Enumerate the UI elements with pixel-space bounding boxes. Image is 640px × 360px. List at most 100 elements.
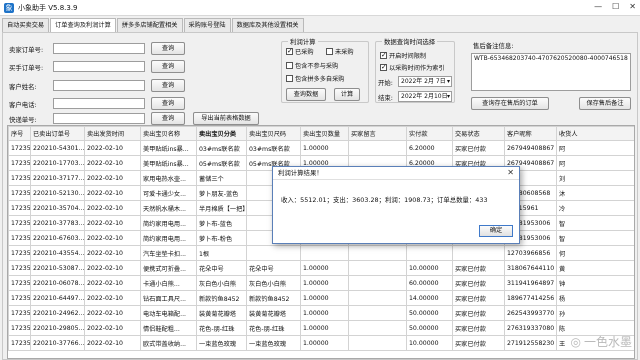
app-logo-icon: 象 bbox=[4, 2, 14, 13]
table-cell bbox=[452, 245, 505, 261]
export-table-button[interactable]: 导出当前表格数据 bbox=[193, 112, 259, 125]
customer-phone-query-button[interactable]: 查询 bbox=[151, 97, 185, 110]
column-header[interactable]: 卖出宝贝数量 bbox=[300, 126, 349, 141]
start-date-value: 2022年 2月 7日 bbox=[401, 78, 446, 85]
column-header[interactable]: 买家留言 bbox=[348, 126, 407, 141]
table-row[interactable]: 17235 220210-37766... 2022-02-10 欧式带盖收纳... 一… bbox=[8, 335, 634, 351]
table-cell: 汽车坐垫卡扣... bbox=[140, 245, 197, 261]
table-cell: 2022-02-10 bbox=[84, 290, 141, 306]
column-header[interactable]: 收货人 bbox=[556, 126, 634, 141]
table-cell: 买家已付款 bbox=[452, 335, 505, 351]
close-icon[interactable]: ✕ bbox=[629, 2, 636, 11]
table-cell bbox=[348, 245, 407, 261]
table-cell bbox=[348, 335, 407, 351]
table-cell: 220210-67603... bbox=[30, 230, 85, 246]
profit-calc-group: 利润计算 已采购 未采购 包含不参与采购 包含拼多多自采购 查询数据 计算 bbox=[281, 37, 369, 103]
close-icon[interactable]: ✕ bbox=[507, 168, 514, 177]
end-date-picker[interactable]: 2022年 2月10日 ▾ bbox=[398, 91, 452, 102]
table-row[interactable]: 17235 220210-54301... 2022-02-10 美甲贴纸ins暴..… bbox=[8, 140, 634, 156]
table-cell: 智 bbox=[556, 215, 634, 231]
customer-name-input[interactable] bbox=[53, 80, 145, 91]
tab-pdd-store-config[interactable]: 拼多多店铺配置相关 bbox=[116, 18, 183, 32]
table-cell: 装黄菊花瓣塔 bbox=[246, 305, 301, 321]
seller-order-input[interactable] bbox=[53, 43, 145, 54]
column-header[interactable]: 已卖出订单号 bbox=[30, 126, 85, 141]
save-after-sale-button[interactable]: 保存售后备注 bbox=[579, 97, 631, 110]
column-header[interactable]: 客户昵称 bbox=[504, 126, 557, 141]
column-header[interactable]: 卖出宝贝名称 bbox=[140, 126, 197, 141]
table-cell bbox=[348, 305, 407, 321]
include-non-purchase-checkbox[interactable]: 包含不参与采购 bbox=[286, 61, 338, 70]
start-date-picker[interactable]: 2022年 2月 7日 ▾ bbox=[398, 76, 452, 87]
tab-order-query[interactable]: 订单查询及利润计算 bbox=[50, 18, 116, 33]
tab-purchase-login[interactable]: 采购账号登陆 bbox=[183, 18, 231, 32]
table-row[interactable]: 17235 220210-53087... 2022-02-10 便携式可折叠... 花… bbox=[8, 260, 634, 276]
end-date-value: 2022年 2月10日 bbox=[401, 93, 448, 100]
purchased-checkbox[interactable]: 已采购 bbox=[286, 47, 314, 56]
column-header[interactable]: 卖出宝贝分类 bbox=[196, 126, 247, 141]
table-cell: 1.00000 bbox=[300, 335, 349, 351]
tab-database-settings[interactable]: 数据库及其他设置相关 bbox=[231, 18, 304, 32]
table-cell: 新款钓鱼8452 bbox=[196, 290, 247, 306]
column-header[interactable]: 卖出宝贝尺码 bbox=[246, 126, 301, 141]
seller-order-query-button[interactable]: 查询 bbox=[151, 42, 185, 55]
table-cell: 2022-02-10 bbox=[84, 230, 141, 246]
minimize-icon[interactable]: — bbox=[594, 2, 602, 11]
include-pdd-partial-checkbox[interactable]: 包含拼多多自采购 bbox=[286, 74, 345, 83]
table-cell bbox=[406, 245, 453, 261]
table-cell: 1.00000 bbox=[300, 275, 349, 291]
table-row[interactable]: 17235 220210-06078... 2022-02-10 卡通小白熊... 灰白… bbox=[8, 275, 634, 291]
window-controls: — ☐ ✕ bbox=[594, 2, 636, 11]
table-cell: 孙 bbox=[556, 305, 634, 321]
table-cell: 2022-02-10 bbox=[84, 170, 141, 186]
customer-phone-input[interactable] bbox=[53, 98, 145, 109]
tab-auto-trade[interactable]: 自动买卖交易 bbox=[2, 18, 50, 32]
checkbox-checked-icon bbox=[286, 47, 293, 55]
main-tabs: 自动买卖交易 订单查询及利润计算 拼多多店铺配置相关 采购账号登陆 数据库及其他… bbox=[2, 18, 305, 33]
buyer-order-query-button[interactable]: 查询 bbox=[151, 60, 185, 73]
table-cell: 1.00000 bbox=[300, 305, 349, 321]
end-date-label: 结束: bbox=[378, 94, 393, 102]
table-cell: 买家已付款 bbox=[452, 290, 505, 306]
table-cell: 萝卜布-蓝色 bbox=[196, 215, 247, 231]
table-cell: 2022-02-10 bbox=[84, 320, 141, 336]
table-cell: 黄 bbox=[556, 260, 634, 276]
table-cell: 沐 bbox=[556, 185, 634, 201]
column-header[interactable]: 交易状态 bbox=[452, 126, 505, 141]
query-data-button[interactable]: 查询数据 bbox=[286, 88, 326, 101]
table-cell bbox=[348, 320, 407, 336]
table-cell: 6.20000 bbox=[406, 140, 453, 156]
table-cell: 萝卜朋友-蓝色 bbox=[196, 185, 247, 201]
table-cell: 杨 bbox=[556, 290, 634, 306]
table-cell: 萝卜布-粉色 bbox=[196, 230, 247, 246]
maximize-icon[interactable]: ☐ bbox=[612, 2, 619, 11]
column-header[interactable]: 序号 bbox=[8, 126, 31, 141]
table-cell: 220210-37177... bbox=[30, 170, 85, 186]
after-sale-textarea[interactable]: WTB-653468203740-4707620520080-400074651… bbox=[471, 53, 631, 91]
table-cell: 17235 bbox=[8, 275, 31, 291]
tracking-query-button[interactable]: 查询 bbox=[151, 112, 185, 125]
tracking-input[interactable] bbox=[53, 113, 145, 124]
customer-phone-label: 客户电话: bbox=[9, 101, 37, 109]
use-purchase-time-checkbox[interactable]: 以采购时间作为索引 bbox=[380, 63, 445, 72]
customer-name-label: 客户姓名: bbox=[9, 83, 37, 91]
dialog-message: 收入：5512.01；支出：3603.28；利润：1908.73；订单总数量：4… bbox=[281, 196, 488, 204]
column-header[interactable]: 卖出发货时间 bbox=[84, 126, 141, 141]
table-row[interactable]: 17235 220210-43554... 2022-02-10 汽车坐垫卡扣... 1… bbox=[8, 245, 634, 261]
enable-time-limit-checkbox[interactable]: 开启时间限制 bbox=[380, 51, 426, 60]
table-row[interactable]: 17235 220210-64497... 2022-02-10 钻石面工具尺... 新… bbox=[8, 290, 634, 306]
table-cell bbox=[348, 290, 407, 306]
table-cell: 买家已付款 bbox=[452, 140, 505, 156]
table-row[interactable]: 17235 220210-29805... 2022-02-10 情侣鞋配粗... 花色… bbox=[8, 320, 634, 336]
buyer-order-input[interactable] bbox=[53, 61, 145, 72]
ok-button[interactable]: 确定 bbox=[479, 225, 513, 237]
not-purchased-checkbox[interactable]: 未采购 bbox=[326, 47, 354, 56]
customer-name-query-button[interactable]: 查询 bbox=[151, 79, 185, 92]
query-after-sale-button[interactable]: 查询存在售后的订单 bbox=[471, 97, 549, 110]
table-row[interactable]: 17235 220210-24962... 2022-02-10 电动车电箱配... 装… bbox=[8, 305, 634, 321]
calculate-button[interactable]: 计算 bbox=[334, 88, 360, 101]
checkbox-checked-icon bbox=[380, 51, 387, 59]
table-cell: 装黄菊花瓣塔 bbox=[196, 305, 247, 321]
column-header[interactable]: 实付款 bbox=[406, 126, 453, 141]
table-cell: 220210-06078... bbox=[30, 275, 85, 291]
